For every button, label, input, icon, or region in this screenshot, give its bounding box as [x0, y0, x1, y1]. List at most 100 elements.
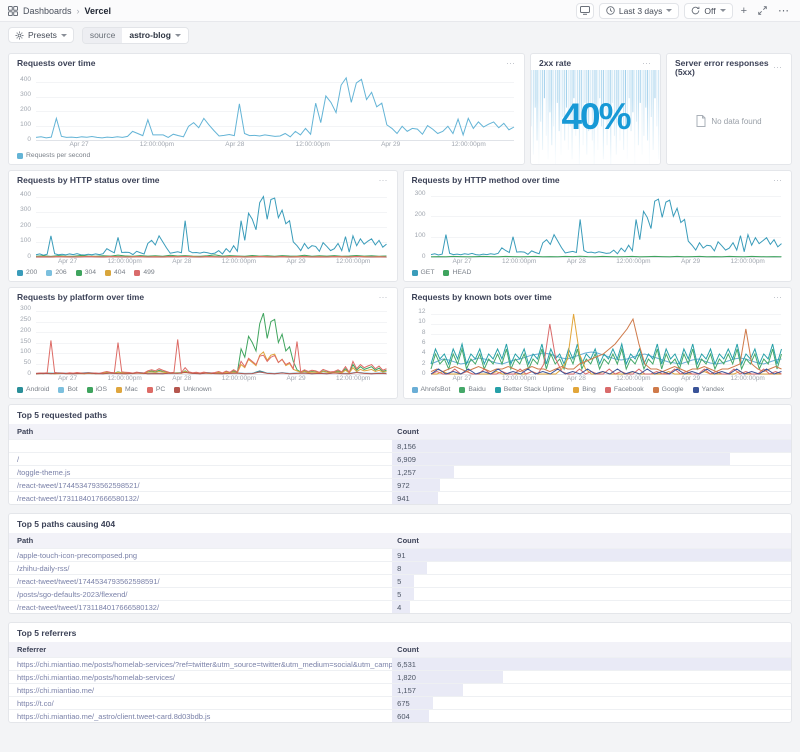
- legend-swatch-icon: [693, 387, 699, 393]
- table-row: https://t.co/675: [9, 696, 791, 709]
- legend-item[interactable]: Bot: [58, 386, 77, 393]
- rate-sparkline: 40%: [531, 70, 660, 164]
- y-axis-tick-label: 100: [20, 122, 31, 129]
- refresh-icon: [691, 6, 700, 15]
- path-cell: /react-tweet/tweet/1744534793562598591/: [9, 575, 392, 587]
- legend-swatch-icon: [495, 387, 501, 393]
- x-axis: Apr 2712:00:00pmApr 2812:00:00pmApr 2912…: [36, 142, 514, 151]
- y-axis-tick-label: 300: [20, 306, 31, 313]
- legend-item[interactable]: iOS: [87, 386, 107, 393]
- x-axis-tick-label: 12:00:00pm: [108, 259, 142, 266]
- legend-item[interactable]: Android: [17, 386, 49, 393]
- count-bar: [392, 658, 791, 670]
- path-cell: https://t.co/: [9, 697, 392, 709]
- legend-item[interactable]: Google: [653, 386, 684, 393]
- time-range-button[interactable]: Last 3 days: [599, 3, 679, 19]
- legend-item[interactable]: 304: [76, 269, 96, 276]
- panel-http-method: Requests by HTTP method over time ⋯ 0 100…: [403, 170, 793, 282]
- more-menu-button[interactable]: ⋯: [775, 4, 792, 17]
- legend-item[interactable]: Unknown: [174, 386, 211, 393]
- clock-icon: [606, 6, 615, 15]
- arrows-expand-icon: [758, 6, 767, 15]
- legend-item[interactable]: GET: [412, 269, 435, 276]
- count-cell: 5: [392, 575, 791, 587]
- panel-title: Requests by HTTP method over time: [412, 176, 560, 185]
- add-panel-button[interactable]: +: [738, 5, 750, 17]
- panel-more-button[interactable]: ⋯: [773, 293, 783, 302]
- count-label: 91: [392, 551, 405, 560]
- panel-more-button[interactable]: ⋯: [379, 293, 389, 302]
- legend-swatch-icon: [116, 387, 122, 393]
- panel-known-bots: Requests by known bots over time ⋯ 02468…: [403, 287, 793, 399]
- y-axis-tick-label: 100: [20, 238, 31, 245]
- legend-item[interactable]: Requests per second: [17, 152, 90, 159]
- legend-item[interactable]: Better Stack Uptime: [495, 386, 564, 393]
- legend-item[interactable]: Yandex: [693, 386, 725, 393]
- plot-area: [431, 192, 782, 257]
- breadcrumb-separator: ›: [77, 6, 80, 16]
- source-filter-value-dropdown[interactable]: astro-blog: [122, 28, 188, 43]
- monitor-icon: [580, 6, 590, 15]
- panel-more-button[interactable]: ⋯: [379, 176, 389, 185]
- y-axis-tick-label: 0: [422, 371, 426, 378]
- count-label: 1,820: [392, 673, 416, 682]
- legend-item[interactable]: HEAD: [443, 269, 471, 276]
- count-cell: 8,156: [392, 440, 791, 452]
- y-axis-tick-label: 0: [422, 254, 426, 261]
- legend-item[interactable]: AhrefsBot: [412, 386, 451, 393]
- legend-item[interactable]: 206: [46, 269, 66, 276]
- presets-button[interactable]: Presets: [8, 27, 74, 43]
- kiosk-mode-button[interactable]: [576, 3, 594, 19]
- panel-more-button[interactable]: ⋯: [642, 59, 652, 68]
- legend-item[interactable]: Facebook: [605, 386, 644, 393]
- panel-title: Requests by platform over time: [17, 293, 144, 302]
- legend-swatch-icon: [105, 270, 111, 276]
- table-title: Top 5 requested paths: [9, 405, 791, 424]
- x-axis-tick-label: 12:00:00pm: [616, 259, 650, 266]
- legend-item[interactable]: Mac: [116, 386, 138, 393]
- legend-item[interactable]: Baidu: [459, 386, 485, 393]
- x-axis-tick-label: 12:00:00pm: [140, 142, 174, 149]
- expand-button[interactable]: [755, 6, 770, 15]
- table-row: /react-tweet/1731184017666580132/941: [9, 491, 791, 504]
- table-row: /6,909: [9, 452, 791, 465]
- x-axis-tick-label: 12:00:00pm: [616, 376, 650, 383]
- legend-item[interactable]: Bing: [573, 386, 596, 393]
- y-axis-tick-label: 100: [20, 349, 31, 356]
- document-icon: [696, 115, 706, 127]
- path-cell: /: [9, 453, 392, 465]
- x-axis-tick-label: Apr 28: [567, 376, 586, 383]
- count-cell: 8: [392, 562, 791, 574]
- y-axis-tick-label: 100: [415, 233, 426, 240]
- x-axis-tick-label: 12:00:00pm: [296, 142, 330, 149]
- legend-item[interactable]: 200: [17, 269, 37, 276]
- count-bar: [392, 549, 791, 561]
- column-header-path: Referrer: [9, 642, 392, 657]
- legend-swatch-icon: [147, 387, 153, 393]
- count-bar: [392, 453, 730, 465]
- y-axis-tick-label: 300: [20, 92, 31, 99]
- x-axis-tick-label: 12:00:00pm: [336, 376, 370, 383]
- legend-swatch-icon: [412, 270, 418, 276]
- panel-platform: Requests by platform over time ⋯ 0501001…: [8, 287, 398, 399]
- count-label: 604: [392, 712, 410, 721]
- table-title: Top 5 referrers: [9, 623, 791, 642]
- legend-item[interactable]: 499: [134, 269, 154, 276]
- panel-more-button[interactable]: ⋯: [506, 59, 516, 68]
- panel-more-button[interactable]: ⋯: [773, 63, 783, 72]
- legend-item[interactable]: PC: [147, 386, 165, 393]
- table-row: /toggle-theme.js1,257: [9, 465, 791, 478]
- top-bar-actions: Last 3 days Off + ⋯: [576, 3, 792, 19]
- auto-refresh-button[interactable]: Off: [684, 3, 732, 19]
- legend-item[interactable]: 404: [105, 269, 125, 276]
- x-axis-tick-label: 12:00:00pm: [222, 376, 256, 383]
- legend-swatch-icon: [134, 270, 140, 276]
- legend-swatch-icon: [653, 387, 659, 393]
- panel-title: Requests over time: [17, 59, 95, 68]
- path-cell: https://chi.miantiao.me/posts/homelab-se…: [9, 671, 392, 683]
- legend-swatch-icon: [87, 387, 93, 393]
- panel-more-button[interactable]: ⋯: [773, 176, 783, 185]
- breadcrumb-dashboards-link[interactable]: Dashboards: [23, 6, 72, 16]
- x-axis-tick-label: 12:00:00pm: [502, 376, 536, 383]
- legend-swatch-icon: [17, 153, 23, 159]
